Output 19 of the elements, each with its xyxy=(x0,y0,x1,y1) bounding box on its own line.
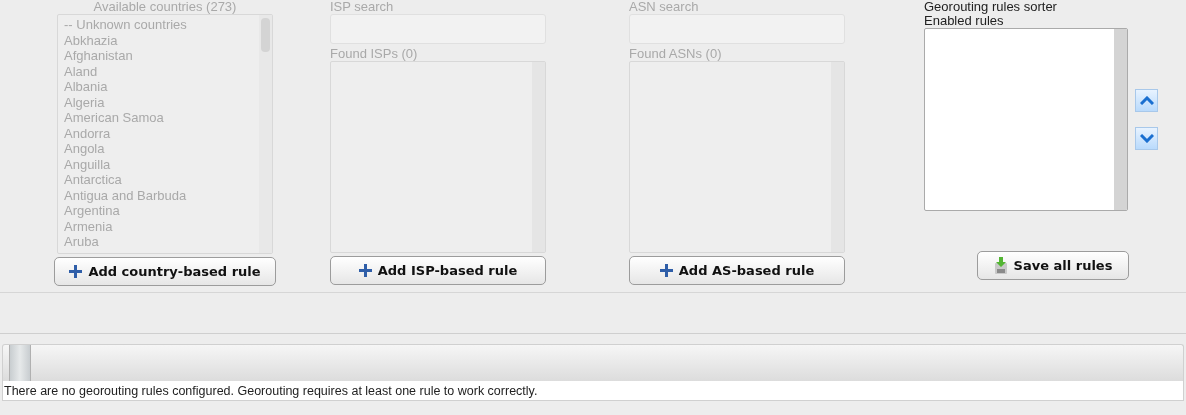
chevron-up-icon xyxy=(1139,96,1154,105)
save-icon xyxy=(993,256,1008,275)
rules-list[interactable] xyxy=(924,28,1128,211)
list-label: Enabled rules xyxy=(924,14,1005,28)
list-label: Found ISPs (0) xyxy=(330,47,419,61)
save-button[interactable]: Save all rules xyxy=(977,251,1129,280)
move-down-button[interactable] xyxy=(1135,127,1158,150)
chevron-down-icon xyxy=(1139,134,1154,143)
move-up-button[interactable] xyxy=(1135,89,1158,112)
plus-icon xyxy=(659,264,673,277)
field-label: ISP search xyxy=(330,0,395,14)
field-label: ASN search xyxy=(629,0,700,14)
list-label: Available countries (273) xyxy=(92,0,238,14)
section-title: Georouting rules sorter xyxy=(924,0,1058,14)
status-message: There are no georouting rules configured. Georouting requires at least one rule to work correctly. xyxy=(2,381,1184,401)
plus-icon xyxy=(358,264,372,277)
resize-handle[interactable] xyxy=(9,345,31,381)
plus-icon xyxy=(69,265,83,278)
list-label: Found ASNs (0) xyxy=(629,47,723,61)
